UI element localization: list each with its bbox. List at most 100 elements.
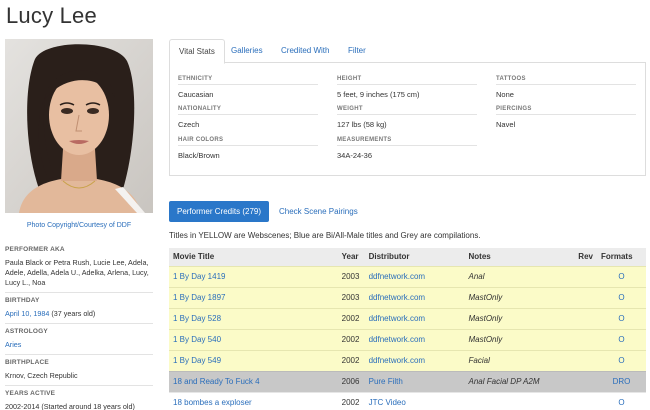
year-cell: 2002 bbox=[341, 314, 360, 323]
birthplace-value: Krnov, Czech Republic bbox=[5, 371, 78, 380]
performer-portrait-image bbox=[5, 39, 153, 213]
table-row: 1 By Day 528 2002 ddfnetwork.com MastOnly O bbox=[169, 307, 646, 329]
formats-link[interactable]: O bbox=[618, 335, 624, 344]
birthday-value: April 10, 1984 (37 years old) bbox=[5, 309, 153, 319]
distributor-link[interactable]: ddfnetwork.com bbox=[369, 293, 425, 302]
rev-cell bbox=[574, 307, 597, 329]
credits-table: Movie Title Year Distributor Notes Rev F… bbox=[169, 248, 646, 410]
formats-link[interactable]: DRO bbox=[613, 377, 631, 386]
rev-cell bbox=[574, 286, 597, 308]
notes-cell: MastOnly bbox=[468, 335, 503, 344]
credits-legend: Titles in YELLOW are Webscenes; Blue are… bbox=[169, 231, 481, 240]
table-row: 18 and Ready To Fuck 4 2006 Pure Filth Anal… bbox=[169, 370, 646, 392]
credits-header-row: Movie Title Year Distributor Notes Rev F… bbox=[169, 248, 646, 266]
notes-cell bbox=[464, 391, 575, 410]
distributor-link[interactable]: JTC Video bbox=[369, 398, 406, 407]
notes-cell: Facial bbox=[464, 349, 575, 371]
year-cell: 2003 bbox=[341, 293, 360, 302]
movie-title-link[interactable]: 1 By Day 528 bbox=[173, 314, 221, 323]
col-rev[interactable]: Rev bbox=[574, 248, 597, 266]
distributor-cell: ddfnetwork.com bbox=[364, 286, 465, 308]
table-row: 18 bombes a exploser 2002 JTC Video O bbox=[169, 391, 646, 410]
table-row: 1 By Day 1419 2003 ddfnetwork.com Anal O bbox=[169, 265, 646, 287]
year-cell: 2002 bbox=[337, 391, 365, 410]
vital-stats-panel: ETHNICITY Caucasian NATIONALITY Czech HA… bbox=[169, 63, 646, 176]
rev-cell bbox=[574, 370, 597, 392]
stat-nationality: NATIONALITY Czech bbox=[178, 106, 318, 129]
movie-title-cell: 18 bombes a exploser bbox=[169, 391, 338, 410]
notes-cell: MastOnly bbox=[468, 293, 503, 302]
col-notes[interactable]: Notes bbox=[464, 248, 575, 266]
movie-title-link[interactable]: 1 By Day 1897 bbox=[173, 293, 225, 302]
formats-link[interactable]: O bbox=[618, 356, 624, 365]
formats-cell: O bbox=[596, 349, 646, 371]
notes-cell: Anal bbox=[468, 272, 485, 281]
notes-cell: Anal bbox=[464, 265, 575, 287]
photo-caption[interactable]: Photo Copyright/Courtesy of DDF bbox=[5, 221, 153, 230]
year-cell: 2002 bbox=[337, 328, 365, 350]
astrology-label: ASTROLOGY bbox=[5, 323, 153, 337]
distributor-cell: ddfnetwork.com bbox=[364, 307, 465, 329]
notes-cell: MastOnly bbox=[464, 328, 575, 350]
distributor-link[interactable]: ddfnetwork.com bbox=[369, 335, 425, 344]
stat-weight: WEIGHT 127 lbs (58 kg) bbox=[337, 106, 477, 129]
distributor-cell: ddfnetwork.com bbox=[364, 328, 465, 350]
formats-cell: O bbox=[596, 307, 646, 329]
col-distributor[interactable]: Distributor bbox=[364, 248, 465, 266]
movie-title-link[interactable]: 1 By Day 1419 bbox=[173, 272, 225, 281]
distributor-link[interactable]: ddfnetwork.com bbox=[369, 356, 425, 365]
tab-galleries[interactable]: Galleries bbox=[222, 39, 272, 63]
tab-vital-stats[interactable]: Vital Stats bbox=[169, 39, 225, 64]
col-formats[interactable]: Formats bbox=[596, 248, 646, 266]
year-cell: 2002 bbox=[337, 349, 365, 371]
formats-link[interactable]: O bbox=[618, 398, 624, 407]
movie-title-link[interactable]: 1 By Day 540 bbox=[173, 335, 221, 344]
rev-cell bbox=[574, 265, 597, 287]
notes-cell: MastOnly bbox=[464, 307, 575, 329]
astrology-link[interactable]: Aries bbox=[5, 340, 21, 349]
stat-hair-colors: HAIR COLORS Black/Brown bbox=[178, 137, 318, 160]
formats-cell: O bbox=[596, 391, 646, 410]
formats-link[interactable]: O bbox=[618, 272, 624, 281]
tab-credited-with[interactable]: Credited With bbox=[272, 39, 338, 63]
profile-tabs: Vital Stats Galleries Credited With Filt… bbox=[169, 39, 646, 64]
col-year[interactable]: Year bbox=[337, 248, 365, 266]
col-movie-title[interactable]: Movie Title bbox=[169, 248, 338, 266]
performer-credits-button[interactable]: Performer Credits (279) bbox=[169, 201, 269, 222]
movie-title-cell: 1 By Day 528 bbox=[169, 307, 338, 329]
birthplace-label: BIRTHPLACE bbox=[5, 354, 153, 368]
movie-title-cell: 1 By Day 540 bbox=[169, 328, 338, 350]
stat-measurements: MEASUREMENTS 34A-24-36 bbox=[337, 137, 477, 160]
distributor-cell: ddfnetwork.com bbox=[364, 349, 465, 371]
rev-cell bbox=[574, 391, 597, 410]
distributor-link[interactable]: Pure Filth bbox=[369, 377, 403, 386]
year-cell: 2003 bbox=[337, 286, 365, 308]
movie-title-link[interactable]: 18 bombes a exploser bbox=[173, 398, 252, 407]
stat-piercings: PIERCINGS Navel bbox=[496, 106, 636, 129]
formats-link[interactable]: O bbox=[618, 293, 624, 302]
check-scene-pairings-link[interactable]: Check Scene Pairings bbox=[279, 201, 358, 222]
year-cell: 2002 bbox=[341, 398, 360, 408]
year-cell: 2002 bbox=[337, 307, 365, 329]
distributor-link[interactable]: ddfnetwork.com bbox=[369, 314, 425, 323]
aka-label: PERFORMER AKA bbox=[5, 246, 65, 253]
movie-title-link[interactable]: 1 By Day 549 bbox=[173, 356, 221, 365]
notes-cell: MastOnly bbox=[468, 314, 503, 323]
table-row: 1 By Day 1897 2003 ddfnetwork.com MastOnly O bbox=[169, 286, 646, 308]
birthday-link[interactable]: April 10, 1984 bbox=[5, 309, 49, 318]
page-title: Lucy Lee bbox=[6, 3, 97, 28]
year-cell: 2003 bbox=[341, 272, 360, 281]
notes-cell: Anal Facial DP A2M bbox=[468, 377, 540, 386]
rev-cell bbox=[574, 328, 597, 350]
distributor-cell: Pure Filth bbox=[364, 370, 465, 392]
performer-photo[interactable] bbox=[5, 39, 153, 213]
stat-ethnicity: ETHNICITY Caucasian bbox=[178, 76, 318, 99]
stat-tattoos: TATTOOS None bbox=[496, 76, 636, 99]
years-active-label: YEARS ACTIVE bbox=[5, 385, 153, 399]
distributor-cell: JTC Video bbox=[364, 391, 465, 410]
distributor-link[interactable]: ddfnetwork.com bbox=[369, 272, 425, 281]
formats-link[interactable]: O bbox=[618, 314, 624, 323]
movie-title-link[interactable]: 18 and Ready To Fuck 4 bbox=[173, 377, 260, 386]
tab-filter[interactable]: Filter bbox=[339, 39, 375, 63]
notes-cell: Anal Facial DP A2M bbox=[464, 370, 575, 392]
